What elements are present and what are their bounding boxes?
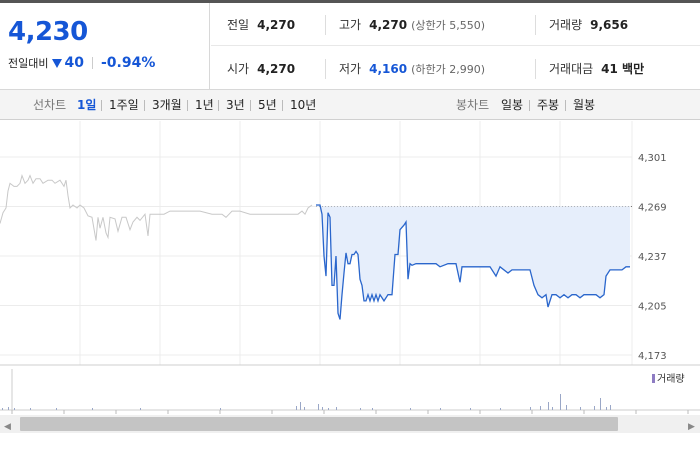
scroll-right-arrow-icon: ▶ [688, 422, 695, 432]
volume-panel: 거래량 [0, 369, 700, 414]
volume-bar [566, 405, 567, 410]
volume-bar [14, 408, 15, 410]
down-arrow-icon [52, 58, 63, 68]
volume-bar [594, 406, 595, 410]
volume-bar [470, 408, 471, 410]
volume-bar [360, 408, 361, 410]
y-tick-label: 4,301 [638, 153, 667, 164]
candle-tab-weekly[interactable]: 주봉 [537, 90, 559, 120]
divider [144, 100, 145, 111]
chart-scrollbar[interactable]: ◀ ▶ [0, 415, 700, 433]
period-tab-3m[interactable]: 3개월 [152, 90, 182, 120]
period-tab-1w[interactable]: 1주일 [109, 90, 139, 120]
divider [529, 100, 530, 111]
volume-bar [410, 408, 411, 410]
volume-bar [2, 408, 3, 410]
volume-bar [322, 407, 323, 410]
divider [325, 59, 326, 79]
stats-row-1: 전일 4,270 고가 4,270 (상한가 5,550) 거래량 9,656 [211, 3, 700, 46]
current-price: 4,230 [8, 17, 88, 47]
candle-tab-monthly[interactable]: 월봉 [573, 90, 595, 120]
divider [101, 100, 102, 111]
stat-low: 저가 4,160 (하한가 2,990) [339, 61, 485, 77]
chart-fill [316, 205, 630, 320]
candle-chart-label: 봉차트 [456, 98, 490, 112]
volume-bar [540, 406, 541, 410]
y-tick-label: 4,269 [638, 203, 667, 214]
change-percent: -0.94% [100, 55, 156, 71]
change-value: 40 [64, 55, 84, 71]
divider [282, 100, 283, 111]
stat-prev-close: 전일 4,270 [227, 17, 296, 33]
volume-bar [600, 398, 601, 410]
volume-bar [548, 402, 549, 410]
chart-canvas: 4,3014,2694,2374,2054,173 거래량 ◀ ▶ [0, 121, 700, 433]
stat-volume: 거래량 9,656 [549, 17, 629, 33]
volume-legend-label: 거래량 [657, 373, 685, 385]
volume-bar [580, 407, 581, 410]
stat-high: 고가 4,270 (상한가 5,550) [339, 17, 485, 33]
volume-legend-swatch [652, 374, 655, 383]
change-label: 전일대비 [8, 57, 49, 70]
period-tab-5y[interactable]: 5년 [258, 90, 277, 120]
y-tick-label: 4,205 [638, 302, 667, 313]
volume-bar [560, 394, 561, 410]
volume-bar [606, 407, 607, 410]
series-line-previous-day [0, 173, 313, 241]
change-info: 전일대비 40 -0.94% [8, 55, 155, 71]
candle-tab-daily[interactable]: 일봉 [501, 90, 523, 120]
divider [91, 57, 93, 69]
price-box: 4,230 전일대비 40 -0.94% [0, 3, 210, 90]
chart-toolbar: 선차트 1일 1주일 3개월 1년 3년 5년 10년 봉차트 일봉 주봉 월봉 [0, 90, 700, 120]
volume-bar [56, 408, 57, 410]
volume-bar [220, 408, 221, 410]
divider [325, 15, 326, 35]
area-fill-today [316, 205, 630, 320]
scroll-left-arrow-icon: ◀ [4, 422, 11, 432]
scroll-thumb [20, 417, 618, 431]
volume-bar [552, 407, 553, 410]
period-tab-1y[interactable]: 1년 [195, 90, 214, 120]
volume-bar [30, 408, 31, 410]
line-chart-label: 선차트 [33, 98, 67, 112]
volume-bar [500, 408, 501, 410]
divider [187, 100, 188, 111]
volume-bar [296, 406, 297, 410]
period-tab-1d[interactable]: 1일 [77, 90, 96, 120]
volume-bar [318, 404, 319, 410]
volume-bar [328, 408, 329, 410]
volume-bar [140, 408, 141, 410]
divider [535, 15, 536, 35]
price-chart: 4,301 4,269 4,237 4,205 4,173 거래량 ◀ ▶ [0, 121, 700, 450]
volume-bar [372, 408, 373, 410]
volume-bar [8, 407, 9, 410]
volume-bar [440, 408, 441, 410]
volume-bar [92, 408, 93, 410]
volume-bar [304, 407, 305, 410]
volume-bar [530, 407, 531, 410]
stats-row-2: 시가 4,270 저가 4,160 (하한가 2,990) 거래대금 41 백만 [211, 47, 700, 90]
quote-stats: 전일 4,270 고가 4,270 (상한가 5,550) 거래량 9,656 … [211, 3, 700, 90]
y-tick-label: 4,173 [638, 351, 667, 362]
quote-panel: 4,230 전일대비 40 -0.94% 전일 4,270 고가 4,270 (… [0, 0, 700, 90]
volume-bar [336, 407, 337, 410]
volume-bar [300, 402, 301, 410]
volume-bar [610, 405, 611, 410]
divider [535, 59, 536, 79]
period-tab-3y[interactable]: 3년 [226, 90, 245, 120]
stat-open: 시가 4,270 [227, 61, 296, 77]
stat-trade-amount: 거래대금 41 백만 [549, 62, 645, 76]
divider [565, 100, 566, 111]
y-tick-label: 4,237 [638, 252, 667, 263]
divider [250, 100, 251, 111]
divider [218, 100, 219, 111]
y-axis-ticks: 4,301 4,269 4,237 4,205 4,173 [638, 153, 667, 362]
period-tab-10y[interactable]: 10년 [290, 90, 316, 120]
